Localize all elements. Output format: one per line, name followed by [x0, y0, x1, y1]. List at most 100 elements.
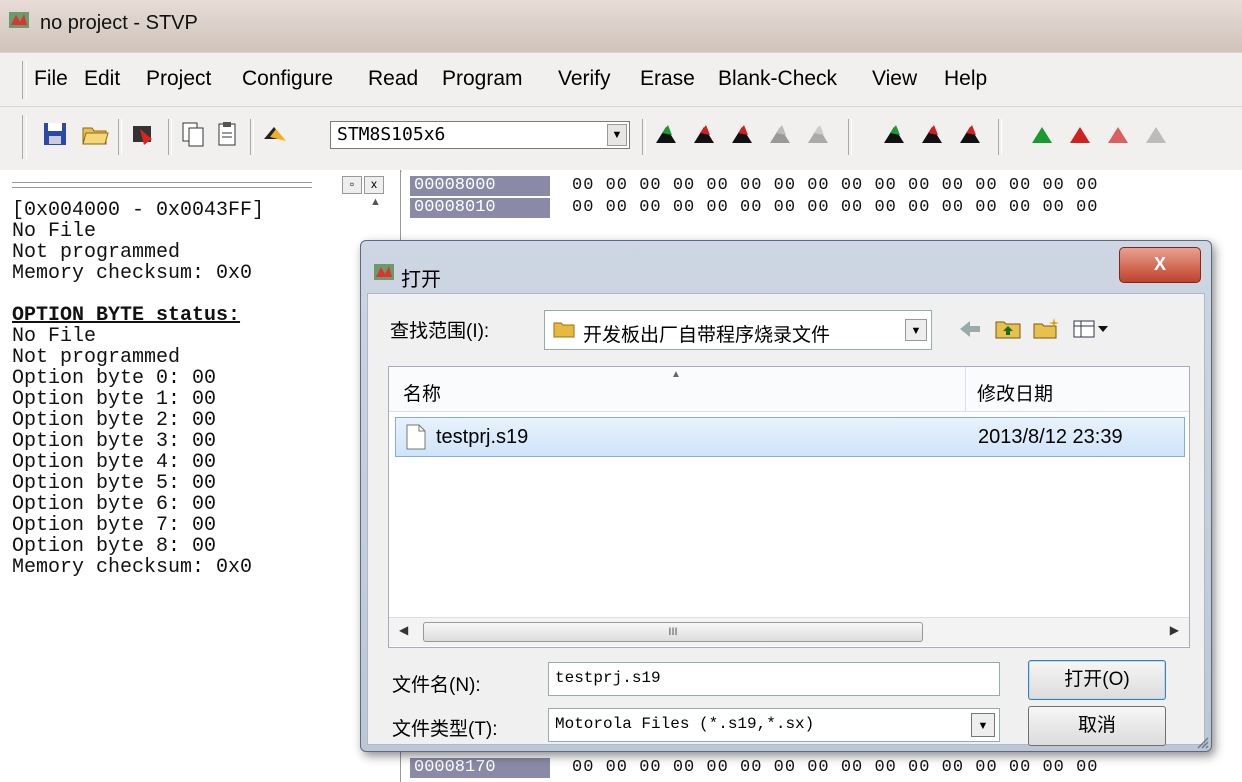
menu-help[interactable]: Help	[944, 67, 987, 91]
back-arrow-icon[interactable]	[956, 316, 984, 342]
read-option-icon[interactable]	[730, 121, 758, 147]
program-all-icon[interactable]	[882, 121, 910, 147]
filetype-label: 文件类型(T):	[392, 719, 498, 740]
read-data-icon[interactable]	[768, 121, 796, 147]
horizontal-scrollbar[interactable]: ◀ III ▶	[389, 617, 1189, 646]
column-divider[interactable]	[965, 367, 966, 411]
menu-file[interactable]: File	[34, 67, 68, 91]
column-name-header[interactable]: 名称	[403, 379, 441, 406]
device-chip-icon[interactable]	[260, 119, 290, 149]
filename-input[interactable]: testprj.s19	[548, 662, 1000, 696]
option-byte-heading: OPTION BYTE status:	[12, 304, 241, 327]
read-gray-icon[interactable]	[806, 121, 834, 147]
option-byte-line: Option byte 2: 00	[12, 409, 217, 432]
option-byte-line: Option byte 4: 00	[12, 451, 217, 474]
option-byte-line: Option byte 8: 00	[12, 535, 217, 558]
verify-all-icon[interactable]	[1030, 121, 1058, 147]
toolbar: STM8S105x6 ▼	[0, 106, 1242, 172]
resize-grip-icon[interactable]	[1195, 735, 1209, 749]
menu-erase[interactable]: Erase	[640, 67, 695, 91]
read-current-icon[interactable]	[692, 121, 720, 147]
option-byte-line: Option byte 0: 00	[12, 367, 217, 390]
stvp-app-icon	[374, 264, 394, 280]
scroll-up-icon[interactable]: ▲	[370, 196, 381, 208]
filetype-select[interactable]: Motorola Files (*.s19,*.sx) ▼	[548, 708, 1000, 742]
menu-read[interactable]: Read	[368, 67, 418, 91]
window-title: no project - STVP	[40, 12, 198, 34]
toolbar-grip[interactable]	[22, 115, 27, 159]
menu-bar: File Edit Project Configure Read Program…	[0, 52, 1242, 107]
menu-configure[interactable]: Configure	[242, 67, 333, 91]
menu-view[interactable]: View	[872, 67, 917, 91]
menu-program[interactable]: Program	[442, 67, 523, 91]
read-all-icon[interactable]	[654, 121, 682, 147]
menu-grip[interactable]	[22, 61, 27, 99]
file-date: 2013/8/12 23:39	[978, 426, 1123, 448]
look-in-label: 查找范围(I):	[390, 321, 490, 342]
menu-project[interactable]: Project	[146, 67, 211, 91]
look-in-select[interactable]: 开发板出厂自带程序烧录文件 ▼	[544, 310, 932, 350]
menu-edit[interactable]: Edit	[84, 67, 120, 91]
panel-grip[interactable]	[12, 182, 312, 188]
option-byte-line: Option byte 7: 00	[12, 514, 217, 537]
copy-icon[interactable]	[178, 119, 208, 149]
hex-bytes[interactable]: 00 00 00 00 00 00 00 00 00 00 00 00 00 0…	[572, 176, 1098, 196]
new-folder-icon[interactable]	[1032, 316, 1060, 342]
program-option-icon[interactable]	[958, 121, 986, 147]
verify-current-icon[interactable]	[1068, 121, 1096, 147]
cancel-button[interactable]: 取消	[1028, 706, 1166, 746]
paste-icon[interactable]	[212, 119, 242, 149]
info-line: Memory checksum: 0x0	[12, 262, 253, 285]
menu-verify[interactable]: Verify	[558, 67, 611, 91]
scroll-left-icon[interactable]: ◀	[399, 623, 408, 637]
menu-blank-check[interactable]: Blank-Check	[718, 67, 837, 91]
option-byte-line: Option byte 6: 00	[12, 493, 217, 516]
hex-address: 00008170	[410, 758, 550, 778]
hex-bytes[interactable]: 00 00 00 00 00 00 00 00 00 00 00 00 00 0…	[572, 758, 1098, 778]
memory-info-panel: ▫ x [0x004000 - 0x0043FF] No File Not prog…	[0, 170, 401, 782]
verify-option-icon[interactable]	[1106, 121, 1134, 147]
folder-icon	[553, 322, 575, 338]
file-list[interactable]: 名称 ▲ 修改日期 testprj.s19 2013/8/12 23:39 ◀ …	[388, 366, 1190, 648]
hex-address: 00008010	[410, 198, 550, 218]
panel-header: ▫ x	[0, 174, 396, 194]
info-line: No File	[12, 220, 97, 243]
view-menu-icon[interactable]	[1072, 316, 1112, 342]
scroll-thumb[interactable]: III	[423, 622, 923, 642]
hex-address: 00008000	[410, 176, 550, 196]
column-date-header[interactable]: 修改日期	[977, 379, 1053, 406]
toolbar-separator	[118, 119, 122, 155]
chevron-down-icon[interactable]: ▼	[971, 713, 995, 737]
file-icon	[406, 424, 426, 450]
info-line: Not programmed	[12, 241, 181, 264]
file-row[interactable]: testprj.s19 2013/8/12 23:39	[395, 417, 1185, 457]
title-bar: no project - STVP	[0, 0, 1242, 52]
save-icon[interactable]	[40, 119, 70, 149]
look-in-value: 开发板出厂自带程序烧录文件	[583, 325, 831, 346]
option-byte-line: Option byte 1: 00	[12, 388, 217, 411]
open-folder-icon[interactable]	[80, 119, 110, 149]
dialog-title: 打开	[401, 269, 441, 291]
stvp-app-icon	[9, 12, 29, 28]
info-line: Memory checksum: 0x0	[12, 556, 253, 579]
up-folder-icon[interactable]	[994, 316, 1022, 342]
dialog-close-button[interactable]: X	[1119, 247, 1201, 283]
filename-label: 文件名(N):	[392, 675, 481, 696]
chevron-down-icon[interactable]: ▼	[607, 124, 627, 146]
open-file-dialog: 打开 X 查找范围(I): 开发板出厂自带程序烧录文件 ▼ 名称 ▲ 修改日期	[360, 240, 1212, 752]
device-select[interactable]: STM8S105x6 ▼	[330, 121, 630, 149]
option-byte-line: Option byte 3: 00	[12, 430, 217, 453]
chip-icon[interactable]	[128, 119, 158, 149]
program-current-icon[interactable]	[920, 121, 948, 147]
scroll-right-icon[interactable]: ▶	[1170, 623, 1179, 637]
restore-icon[interactable]: ▫	[342, 176, 362, 194]
device-select-value: STM8S105x6	[337, 124, 446, 145]
chevron-down-icon[interactable]: ▼	[905, 319, 927, 341]
option-byte-line: Option byte 5: 00	[12, 472, 217, 495]
filetype-value: Motorola Files (*.s19,*.sx)	[555, 715, 815, 733]
hex-bytes[interactable]: 00 00 00 00 00 00 00 00 00 00 00 00 00 0…	[572, 198, 1098, 218]
verify-gray-icon[interactable]	[1144, 121, 1172, 147]
open-button[interactable]: 打开(O)	[1028, 660, 1166, 700]
close-icon[interactable]: x	[364, 176, 384, 194]
memory-range: [0x004000 - 0x0043FF]	[12, 199, 265, 222]
